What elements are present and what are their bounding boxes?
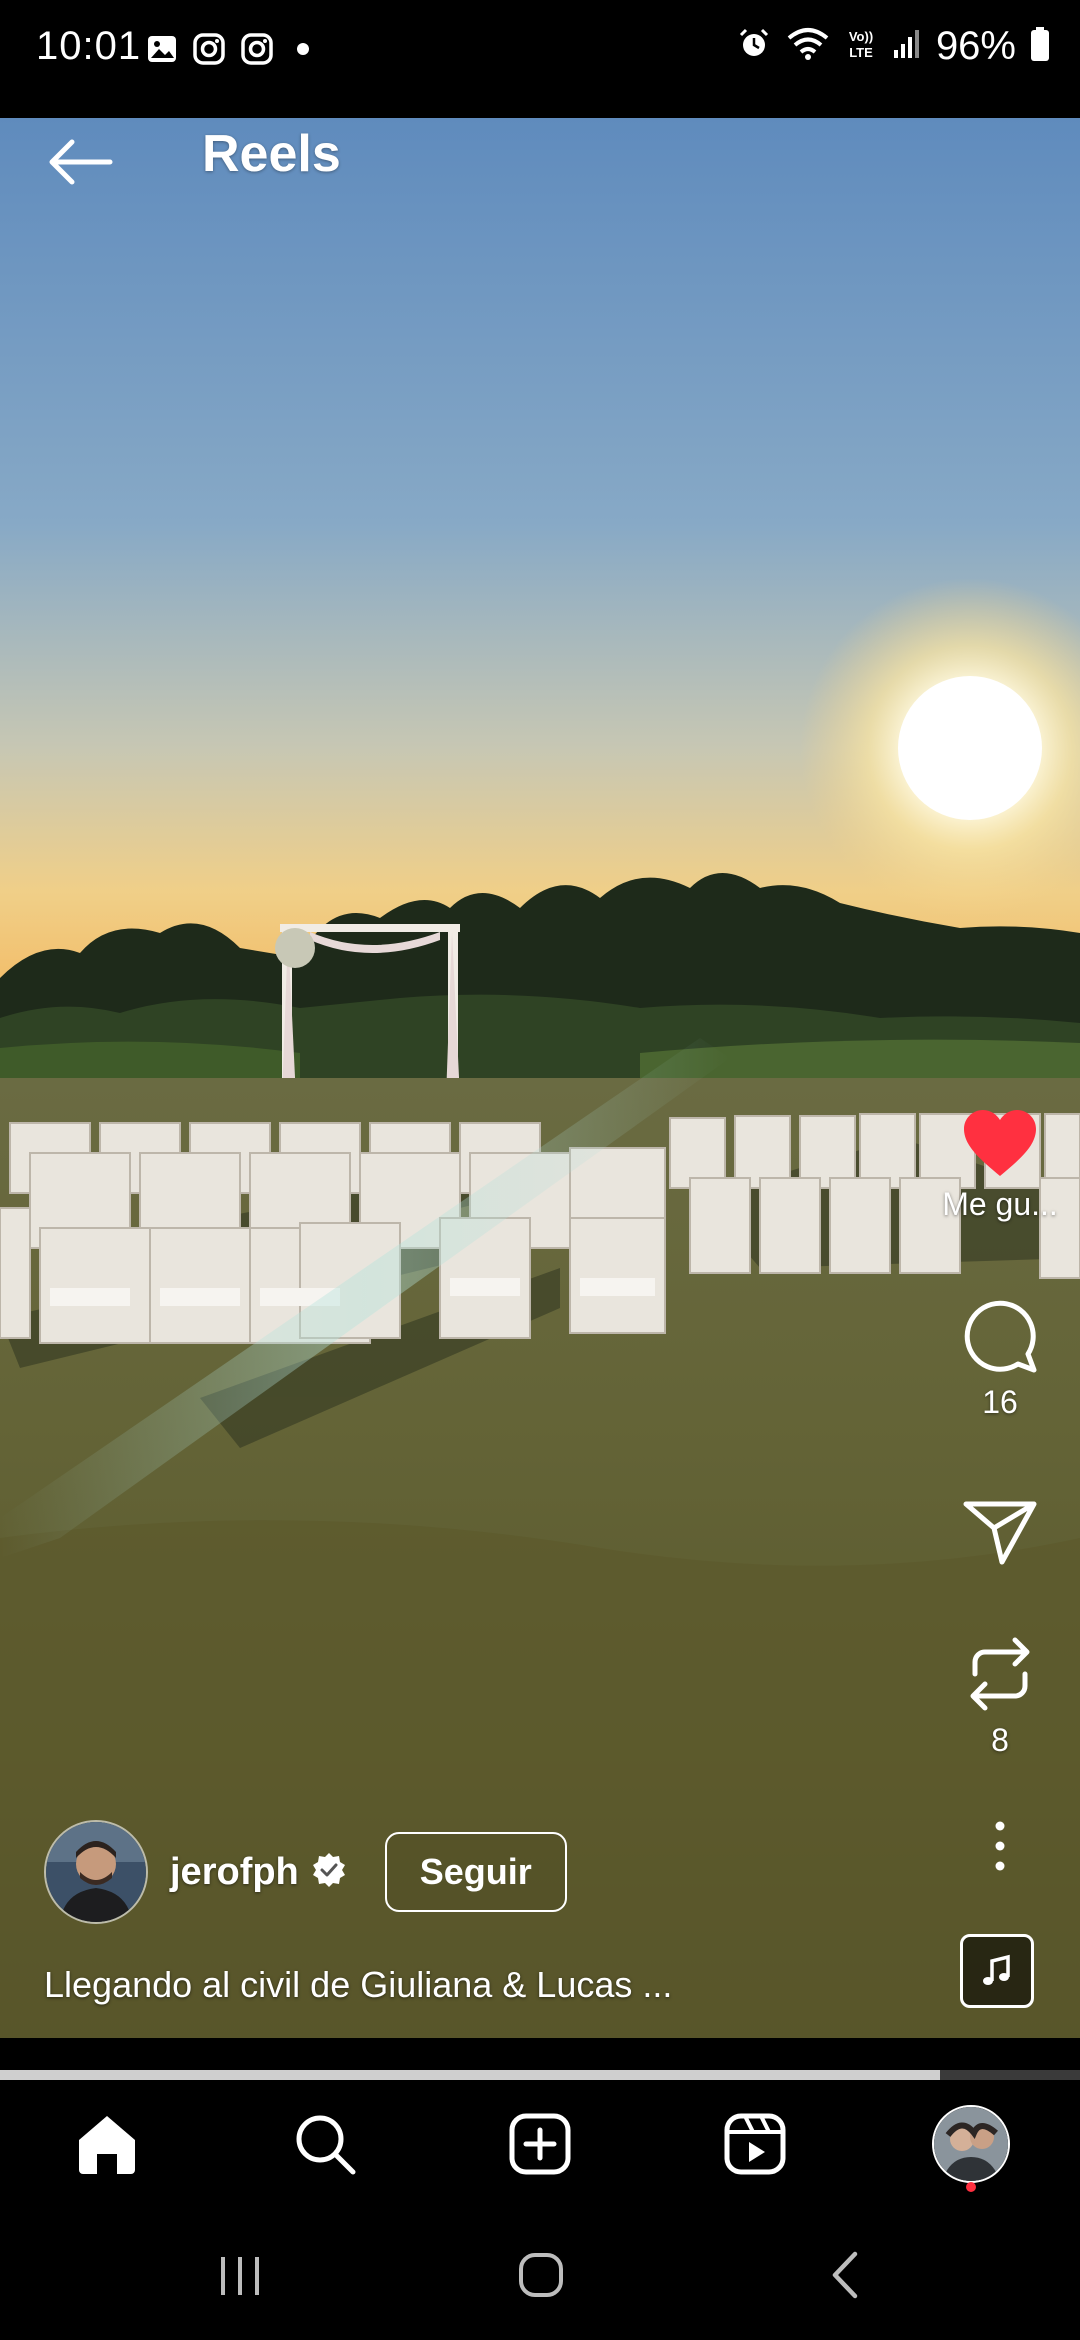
- author-row: jerofph Seguir: [44, 1820, 567, 1924]
- nav-reels[interactable]: [700, 2094, 810, 2194]
- reel-video[interactable]: [0, 118, 1080, 2038]
- verified-badge-icon: [311, 1852, 347, 1893]
- volte-icon: Vo)) LTE: [844, 26, 878, 67]
- nav-search[interactable]: [270, 2094, 380, 2194]
- video-progress-bar[interactable]: [0, 2070, 1080, 2080]
- system-back-button[interactable]: [790, 2230, 900, 2320]
- heart-filled-icon: [964, 1110, 1036, 1176]
- wifi-icon: [786, 26, 830, 67]
- system-nav-bar: [0, 2210, 1080, 2340]
- nav-home[interactable]: [52, 2094, 162, 2194]
- comment-button[interactable]: 16: [920, 1296, 1080, 1421]
- follow-button[interactable]: Seguir: [384, 1832, 567, 1912]
- more-vertical-icon: [995, 1821, 1005, 1871]
- reel-caption[interactable]: Llegando al civil de Giuliana & Lucas ..…: [44, 1964, 672, 2006]
- bottom-nav: [0, 2080, 1080, 2210]
- battery-level: 96%: [935, 24, 1016, 68]
- alarm-icon: [736, 26, 772, 67]
- system-home-button[interactable]: [486, 2230, 596, 2320]
- instagram-icon: [192, 32, 226, 71]
- dot-icon: [288, 34, 318, 69]
- create-icon: [509, 2113, 571, 2175]
- signal-icon: [892, 28, 922, 65]
- audio-button[interactable]: [960, 1934, 1034, 2008]
- comments-count: 16: [982, 1384, 1018, 1420]
- reels-icon: [724, 2113, 786, 2175]
- gallery-icon: [146, 33, 178, 70]
- repost-icon: [970, 1637, 1030, 1711]
- back-button[interactable]: [40, 122, 120, 202]
- video-progress-fill: [0, 2070, 940, 2080]
- status-bar: 10:01 Vo)) LTE 96%: [0, 0, 1080, 100]
- home-circle-icon: [519, 2253, 563, 2297]
- author-username[interactable]: jerofph: [170, 1851, 299, 1894]
- status-right-icons: Vo)) LTE 96%: [736, 24, 1050, 69]
- profile-avatar: [932, 2105, 1010, 2183]
- back-chevron-icon: [832, 2251, 858, 2299]
- more-options-button[interactable]: [920, 1818, 1080, 1874]
- comment-icon: [964, 1300, 1037, 1373]
- like-button[interactable]: Me gu...: [920, 1108, 1080, 1223]
- nav-create[interactable]: [485, 2094, 595, 2194]
- repost-button[interactable]: 8: [920, 1634, 1080, 1759]
- avatar[interactable]: [44, 1820, 148, 1924]
- page-title: Reels: [202, 125, 341, 183]
- nav-profile[interactable]: [916, 2094, 1026, 2194]
- instagram-icon: [240, 32, 274, 71]
- reposts-count: 8: [991, 1722, 1009, 1758]
- recents-icon: [221, 2257, 259, 2295]
- author-avatar-image: [46, 1822, 146, 1922]
- notification-dot: [966, 2182, 976, 2192]
- recents-button[interactable]: [185, 2230, 295, 2320]
- like-label: Me gu...: [942, 1186, 1058, 1222]
- share-button[interactable]: [920, 1498, 1080, 1566]
- arrow-left-icon: [49, 139, 113, 185]
- send-icon: [963, 1501, 1037, 1565]
- search-icon: [296, 2115, 356, 2175]
- music-note-icon: [983, 1954, 1010, 1985]
- status-left-icons: [146, 32, 318, 71]
- home-icon: [79, 2116, 135, 2174]
- svg-text:LTE: LTE: [849, 45, 873, 60]
- battery-icon: [1030, 26, 1050, 67]
- svg-text:Vo)): Vo)): [849, 29, 873, 44]
- reels-screen: 10:01 Vo)) LTE 96% Reels Me gu... 16 8 j…: [0, 0, 1080, 2340]
- wedding-ceremony-sunset-scene: [0, 118, 1080, 2038]
- status-time: 10:01: [36, 24, 142, 68]
